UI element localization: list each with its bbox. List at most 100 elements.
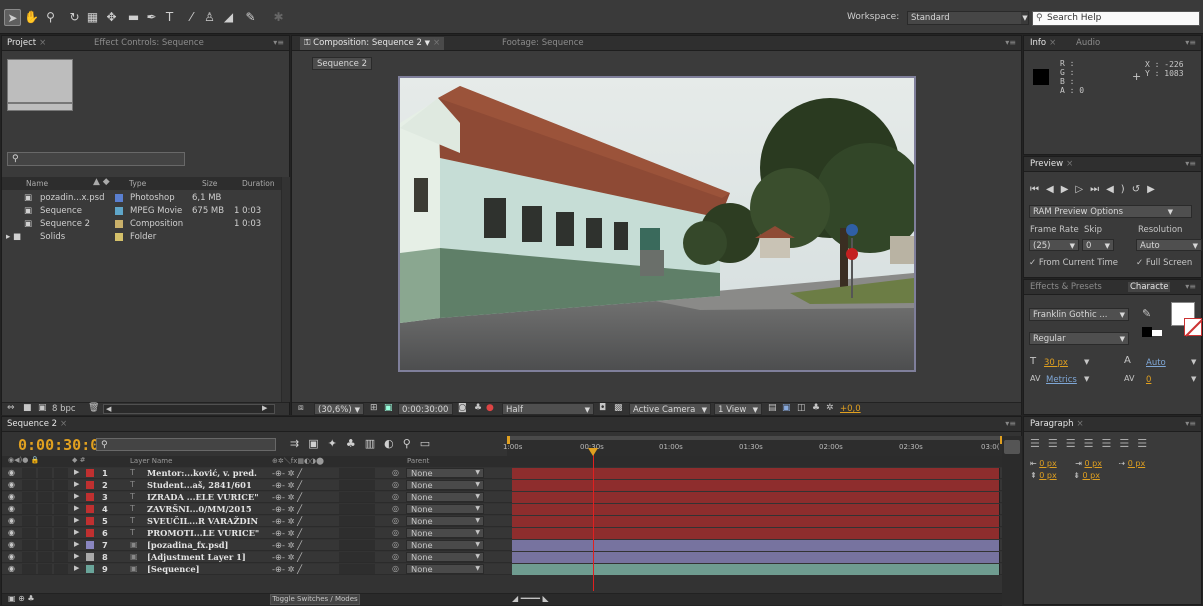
brainstorm-icon[interactable]: ▭: [420, 437, 439, 450]
tab-audio[interactable]: Audio: [1076, 38, 1100, 48]
layer-name[interactable]: ZAVRŠNI...0/MM/2015: [147, 504, 252, 514]
layer-row[interactable]: ◉ ▶ 3 T IZRADA ...ELE VURICE" -⊕- ✲ ╱ ◎ None ▼: [2, 492, 1002, 503]
scroll-right-icon[interactable]: ▶: [262, 404, 267, 412]
from-current-time-checkbox[interactable]: ✓ From Current Time: [1029, 258, 1118, 268]
tab-preview[interactable]: Preview ×: [1030, 159, 1073, 169]
column-layer-name[interactable]: Layer Name: [130, 457, 172, 465]
parent-select[interactable]: None ▼: [406, 552, 484, 562]
layer-row[interactable]: ◉ ▶ 6 T PROMOTI...LE VURICE" -⊕- ✲ ╱ ◎ None ▼: [2, 528, 1002, 539]
layer-row[interactable]: ◉ ▶ 1 T Mentor:...ković, v. pred. -⊕- ✲ ╱ ◎ Non…: [2, 468, 1002, 479]
layer-label-color[interactable]: [86, 481, 94, 489]
layer-name[interactable]: [pozadina_fx.psd]: [147, 540, 228, 550]
pickwhip-icon[interactable]: ◎: [392, 564, 399, 573]
project-item[interactable]: ▣ pozadin...x.psd Photoshop 6,1 MB: [2, 192, 289, 205]
align-center-icon[interactable]: ☰: [1048, 437, 1066, 450]
clone-stamp-icon[interactable]: ♙: [201, 9, 218, 26]
always-preview-icon[interactable]: ⧈: [298, 403, 304, 413]
sort-icon[interactable]: ▲ ◆: [93, 177, 110, 187]
stroke-color-swatch[interactable]: [1184, 318, 1203, 337]
tracking-value[interactable]: 0: [1146, 375, 1151, 385]
panel-menu-icon[interactable]: ▾≡: [1185, 282, 1196, 291]
column-size[interactable]: Size: [202, 179, 217, 188]
expand-arrow-icon[interactable]: ▶: [74, 492, 79, 500]
frame-rate-select[interactable]: (25) ▼: [1029, 239, 1079, 251]
layer-row[interactable]: ◉ ▶ 8 ▣ [Adjustment Layer 1] -⊕- ✲ ╱ ◎ None ▼: [2, 552, 1002, 563]
breadcrumb[interactable]: Sequence 2: [312, 57, 372, 70]
tab-paragraph[interactable]: Paragraph ×: [1030, 419, 1084, 429]
bpc-toggle[interactable]: 8 bpc: [52, 404, 76, 414]
fast-previews-icon[interactable]: ▣: [782, 403, 791, 413]
layer-switch-boxes[interactable]: [339, 480, 375, 490]
layer-switches[interactable]: -⊕- ✲ ╱: [272, 528, 302, 538]
space-after-value[interactable]: 0 px: [1083, 471, 1100, 480]
exposure-reset-icon[interactable]: ✲: [826, 403, 834, 413]
panel-menu-icon[interactable]: ▾≡: [1185, 159, 1196, 168]
indent-first-value[interactable]: 0 px: [1128, 459, 1145, 468]
layer-switches[interactable]: -⊕- ✲ ╱: [272, 540, 302, 550]
indent-left-value[interactable]: 0 px: [1039, 459, 1056, 468]
panel-menu-icon[interactable]: ▾≡: [1005, 419, 1016, 428]
align-right-icon[interactable]: ☰: [1066, 437, 1084, 450]
layer-switch-boxes[interactable]: [339, 564, 375, 574]
visibility-eye-icon[interactable]: ◉: [8, 540, 15, 549]
visibility-eye-icon[interactable]: ◉: [8, 504, 15, 513]
trash-icon[interactable]: 🗑: [88, 403, 99, 413]
panel-menu-icon[interactable]: ▾≡: [273, 38, 284, 47]
shy-icon[interactable]: ♣: [346, 437, 365, 450]
pixel-aspect-icon[interactable]: ▤: [768, 403, 777, 413]
label-color-swatch[interactable]: [115, 206, 123, 216]
visibility-eye-icon[interactable]: ◉: [8, 528, 15, 537]
comp-mini-flowchart-icon[interactable]: ⇉: [290, 437, 308, 450]
exposure-value[interactable]: +0,0: [840, 404, 861, 414]
layer-duration-bar[interactable]: [512, 492, 1000, 503]
time-ruler[interactable]: 1:00s 00:30s 01:00s 01:30s 02:00s 02:30s 03:0(: [503, 436, 1003, 456]
layer-switch-boxes[interactable]: [339, 504, 375, 514]
zoom-tool-icon[interactable]: ⚲: [42, 9, 59, 26]
view-layout-select[interactable]: 1 View ▼: [714, 403, 762, 415]
expand-arrow-icon[interactable]: ▶: [74, 468, 79, 476]
layer-row[interactable]: ◉ ▶ 2 T Student...aš, 2841/601 -⊕- ✲ ╱ ◎ None ▼: [2, 480, 1002, 491]
justify-all-icon[interactable]: ☰: [1137, 437, 1155, 450]
expand-arrow-icon[interactable]: ▶: [74, 540, 79, 548]
frame-blending-icon[interactable]: ▥: [365, 437, 384, 450]
expand-arrow-icon[interactable]: ▶: [74, 516, 79, 524]
skip-select[interactable]: 0 ▼: [1082, 239, 1114, 251]
leading-value[interactable]: Auto: [1146, 358, 1166, 368]
visibility-eye-icon[interactable]: ◉: [8, 468, 15, 477]
label-color-swatch[interactable]: [115, 232, 123, 242]
layer-name[interactable]: [Sequence]: [147, 564, 200, 574]
visibility-eye-icon[interactable]: ◉: [8, 516, 15, 525]
loop-icon[interactable]: ↺: [1132, 184, 1147, 195]
pickwhip-icon[interactable]: ◎: [392, 480, 399, 489]
layer-label-color[interactable]: [86, 469, 94, 477]
column-duration[interactable]: Duration: [242, 179, 275, 188]
region-of-interest-icon[interactable]: ◘: [599, 403, 606, 413]
layer-duration-bar[interactable]: [512, 540, 1000, 551]
comp-viewer[interactable]: [398, 76, 925, 372]
layer-switches[interactable]: -⊕- ✲ ╱: [272, 468, 302, 478]
prev-frame-icon[interactable]: ◀: [1046, 184, 1061, 195]
layer-name[interactable]: IZRADA ...ELE VURICE": [147, 492, 259, 502]
visibility-eye-icon[interactable]: ◉: [8, 480, 15, 489]
next-frame-icon[interactable]: ▷: [1075, 184, 1090, 195]
layer-duration-bar[interactable]: [512, 564, 1000, 575]
white-swatch[interactable]: [1152, 330, 1162, 336]
project-item[interactable]: ▣ Sequence 2 Composition 1 0:03: [2, 218, 289, 231]
justify-left-icon[interactable]: ☰: [1084, 437, 1102, 450]
flowchart-icon[interactable]: ♣: [812, 403, 820, 413]
current-time-display[interactable]: 0:00:30:00: [398, 403, 453, 415]
search-help-input[interactable]: ⚲ Search Help: [1032, 11, 1200, 26]
layer-switches[interactable]: -⊕- ✲ ╱: [272, 552, 302, 562]
toggle-switches-modes[interactable]: Toggle Switches / Modes: [270, 594, 360, 605]
indent-right-value[interactable]: 0 px: [1085, 459, 1102, 468]
lock-icon[interactable]: ⚿: [304, 38, 310, 48]
layer-name[interactable]: Student...aš, 2841/601: [147, 480, 252, 490]
type-tool-icon[interactable]: T: [161, 9, 178, 26]
project-scrollbar[interactable]: [281, 177, 290, 402]
justify-right-icon[interactable]: ☰: [1119, 437, 1137, 450]
layer-label-color[interactable]: [86, 517, 94, 525]
layer-switch-boxes[interactable]: [339, 540, 375, 550]
layer-row[interactable]: ◉ ▶ 9 ▣ [Sequence] -⊕- ✲ ╱ ◎ None ▼: [2, 564, 1002, 575]
live-update-icon[interactable]: ▣: [308, 437, 327, 450]
expand-arrow-icon[interactable]: ▶: [74, 552, 79, 560]
